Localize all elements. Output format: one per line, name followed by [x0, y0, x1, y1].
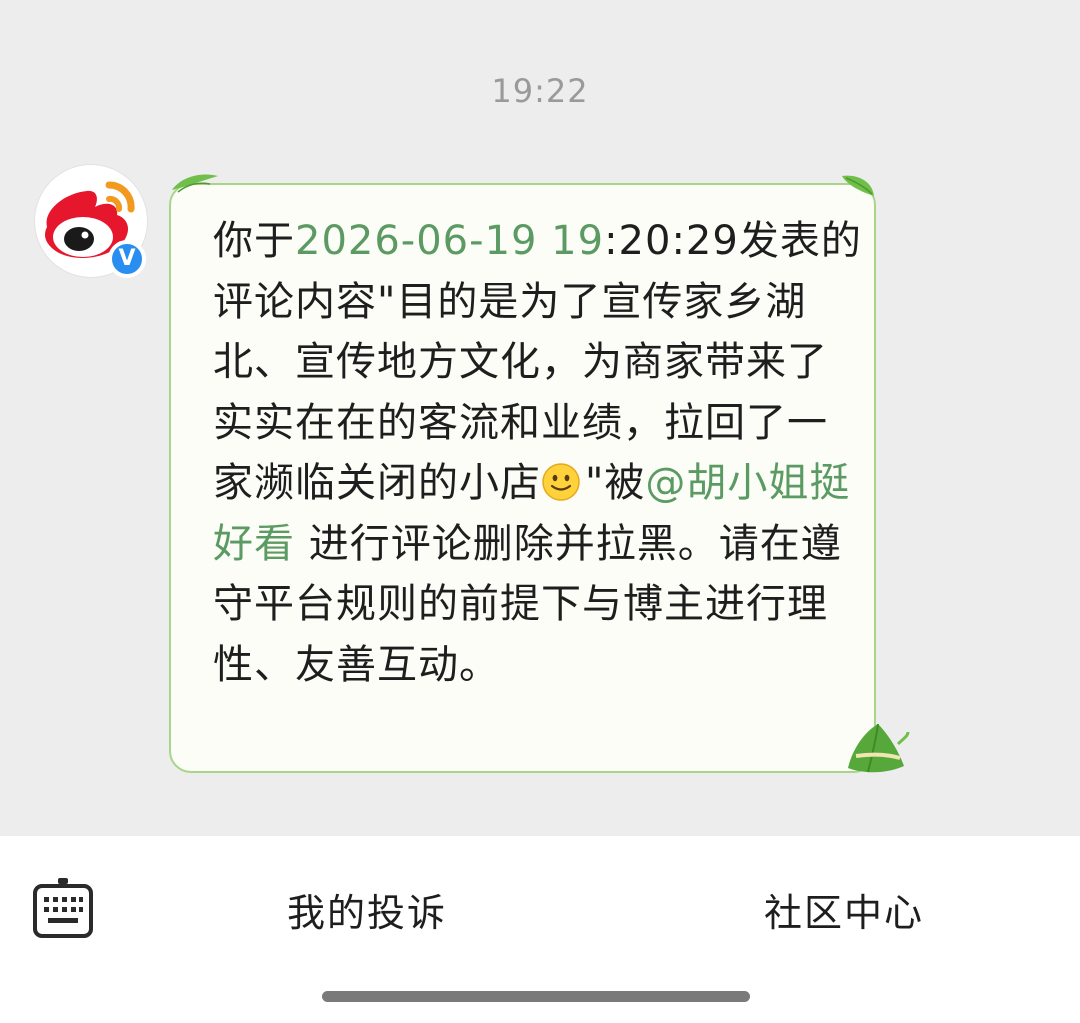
date-link[interactable]: 2026-06-19 19: [295, 218, 604, 264]
my-complaints-button[interactable]: 我的投诉: [287, 882, 447, 937]
bamboo-leaf-icon: [842, 175, 874, 196]
message-text-part: 你于: [213, 218, 295, 264]
chat-area: 19:22 V 你于2026-06-19 19:20:29发表的评论内容"目的是…: [0, 0, 1080, 836]
zongzi-icon: [848, 723, 910, 773]
message-text-part: "被: [585, 460, 646, 506]
keyboard-icon[interactable]: [32, 874, 94, 940]
community-center-button[interactable]: 社区中心: [764, 882, 924, 937]
home-indicator[interactable]: [322, 991, 750, 1002]
bottom-menu-bar: 我的投诉 社区中心: [0, 836, 1080, 1023]
bamboo-leaf-icon: [172, 174, 218, 193]
smile-emoji-icon: [542, 463, 580, 501]
message-timestamp: 19:22: [491, 72, 589, 110]
verified-v-icon: V: [108, 240, 146, 278]
message-text-part: 进行评论删除并拉黑。请在遵守平台规则的前提下与博主进行理性、友善互动。: [213, 520, 842, 688]
message-text: 你于2026-06-19 19:20:29发表的评论内容"目的是为了宣传家乡湖北…: [213, 211, 863, 695]
message-bubble[interactable]: 你于2026-06-19 19:20:29发表的评论内容"目的是为了宣传家乡湖北…: [169, 183, 876, 773]
